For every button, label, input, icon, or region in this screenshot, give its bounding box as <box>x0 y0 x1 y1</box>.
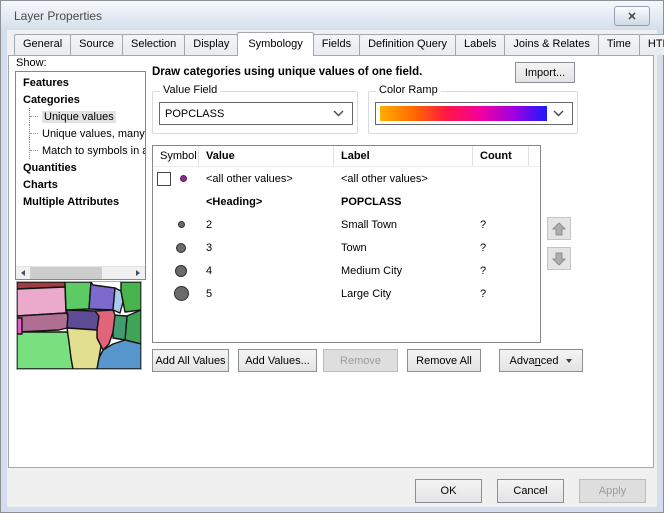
count-cell: ? <box>473 242 529 254</box>
point-symbol-icon[interactable] <box>175 265 187 277</box>
symbology-tab-page: Show: Features Categories Unique values … <box>8 55 654 468</box>
count-cell: ? <box>473 288 529 300</box>
label-cell: Medium City <box>334 265 473 277</box>
color-ramp-gradient <box>380 106 547 121</box>
tab-time[interactable]: Time <box>598 34 640 55</box>
value-field-dropdown[interactable]: POPCLASS <box>159 102 353 125</box>
value-cell: <Heading> <box>199 196 334 208</box>
column-header-count: Count <box>473 146 529 166</box>
point-symbol-icon[interactable] <box>174 286 189 301</box>
tab-fields[interactable]: Fields <box>313 34 360 55</box>
value-cell: 3 <box>199 242 334 254</box>
column-header-symbol: Symbol <box>153 146 199 166</box>
show-label: Show: <box>16 57 47 69</box>
value-cell: 4 <box>199 265 334 277</box>
color-ramp-group: Color Ramp <box>368 91 578 134</box>
show-item-unique-values-many[interactable]: Unique values, many <box>16 125 145 142</box>
tab-general[interactable]: General <box>14 34 71 55</box>
color-ramp-group-label: Color Ramp <box>376 84 441 96</box>
values-table: Symbol Value Label Count <all other valu… <box>152 145 541 343</box>
column-header-value: Value <box>199 146 334 166</box>
dialog-content: General Source Selection Display Symbolo… <box>7 30 657 507</box>
tab-display[interactable]: Display <box>184 34 238 55</box>
show-list-hscrollbar[interactable] <box>16 266 145 279</box>
chevron-down-icon <box>333 110 344 117</box>
tab-source[interactable]: Source <box>70 34 123 55</box>
show-item-multiple-attributes[interactable]: Multiple Attributes <box>16 193 145 210</box>
value-cell: 5 <box>199 288 334 300</box>
tree-elbow-icon <box>29 108 39 125</box>
add-all-values-button[interactable]: Add All Values <box>152 349 229 372</box>
count-cell: ? <box>473 265 529 277</box>
tab-definition-query[interactable]: Definition Query <box>359 34 456 55</box>
tab-labels[interactable]: Labels <box>455 34 505 55</box>
layer-properties-dialog: Layer Properties ✕ General Source Select… <box>0 0 664 513</box>
show-item-unique-values[interactable]: Unique values <box>16 108 145 125</box>
column-header-filler <box>529 146 540 166</box>
value-cell: 2 <box>199 219 334 231</box>
scrollbar-track[interactable] <box>102 267 131 279</box>
title-bar[interactable]: Layer Properties ✕ <box>1 1 663 30</box>
symbology-preview-map <box>16 281 142 370</box>
show-item-charts[interactable]: Charts <box>16 176 145 193</box>
value-field-group-label: Value Field <box>160 84 220 96</box>
cancel-button[interactable]: Cancel <box>497 479 564 503</box>
chevron-down-icon <box>553 110 564 117</box>
value-cell: <all other values> <box>199 173 334 185</box>
column-header-label: Label <box>334 146 473 166</box>
count-cell: ? <box>473 219 529 231</box>
point-symbol-icon <box>180 175 187 182</box>
close-button[interactable]: ✕ <box>614 6 650 26</box>
remove-button[interactable]: Remove <box>323 349 398 372</box>
tree-elbow-icon <box>29 142 39 159</box>
table-row[interactable]: <all other values> <all other values> <box>153 167 540 190</box>
label-cell: <all other values> <box>334 173 473 185</box>
move-down-button[interactable] <box>547 247 571 270</box>
tab-symbology[interactable]: Symbology <box>237 32 313 56</box>
label-cell: Small Town <box>334 219 473 231</box>
tree-elbow-icon <box>29 125 39 142</box>
show-list: Features Categories Unique values Unique… <box>15 71 146 280</box>
move-up-button[interactable] <box>547 217 571 240</box>
table-row[interactable]: 3 Town ? <box>153 236 540 259</box>
scroll-left-icon[interactable] <box>16 267 30 279</box>
table-header: Symbol Value Label Count <box>153 146 540 167</box>
color-ramp-dropdown[interactable] <box>375 102 573 125</box>
point-symbol-icon[interactable] <box>176 243 186 253</box>
tab-joins-relates[interactable]: Joins & Relates <box>504 34 598 55</box>
show-item-quantities[interactable]: Quantities <box>16 159 145 176</box>
label-cell: POPCLASS <box>334 196 473 208</box>
window-title: Layer Properties <box>14 9 102 23</box>
all-other-values-checkbox[interactable] <box>157 172 171 186</box>
label-cell: Town <box>334 242 473 254</box>
arrow-down-icon <box>552 252 566 266</box>
point-symbol-icon[interactable] <box>178 221 185 228</box>
ok-button[interactable]: OK <box>415 479 482 503</box>
tab-html-popup[interactable]: HTML Popup <box>639 34 664 55</box>
table-row[interactable]: <Heading> POPCLASS <box>153 190 540 213</box>
show-item-match-to-symbols[interactable]: Match to symbols in a <box>16 142 145 159</box>
label-cell: Large City <box>334 288 473 300</box>
table-row[interactable]: 4 Medium City ? <box>153 259 540 282</box>
scrollbar-thumb[interactable] <box>30 267 102 279</box>
close-icon: ✕ <box>627 10 636 23</box>
method-description: Draw categories using unique values of o… <box>152 66 422 78</box>
tab-strip: General Source Selection Display Symbolo… <box>14 32 664 56</box>
advanced-button[interactable]: Advanced <box>499 349 583 372</box>
show-item-features[interactable]: Features <box>16 74 145 91</box>
show-item-categories[interactable]: Categories <box>16 91 145 108</box>
menu-dropdown-icon <box>566 359 572 363</box>
table-row[interactable]: 2 Small Town ? <box>153 213 540 236</box>
value-field-value: POPCLASS <box>160 108 333 120</box>
arrow-up-icon <box>552 222 566 236</box>
table-row[interactable]: 5 Large City ? <box>153 282 540 305</box>
import-button[interactable]: Import... <box>515 62 575 83</box>
value-field-group: Value Field POPCLASS <box>152 91 358 134</box>
add-values-button[interactable]: Add Values... <box>238 349 317 372</box>
tab-selection[interactable]: Selection <box>122 34 185 55</box>
scroll-right-icon[interactable] <box>131 267 145 279</box>
remove-all-button[interactable]: Remove All <box>407 349 481 372</box>
apply-button[interactable]: Apply <box>579 479 646 503</box>
